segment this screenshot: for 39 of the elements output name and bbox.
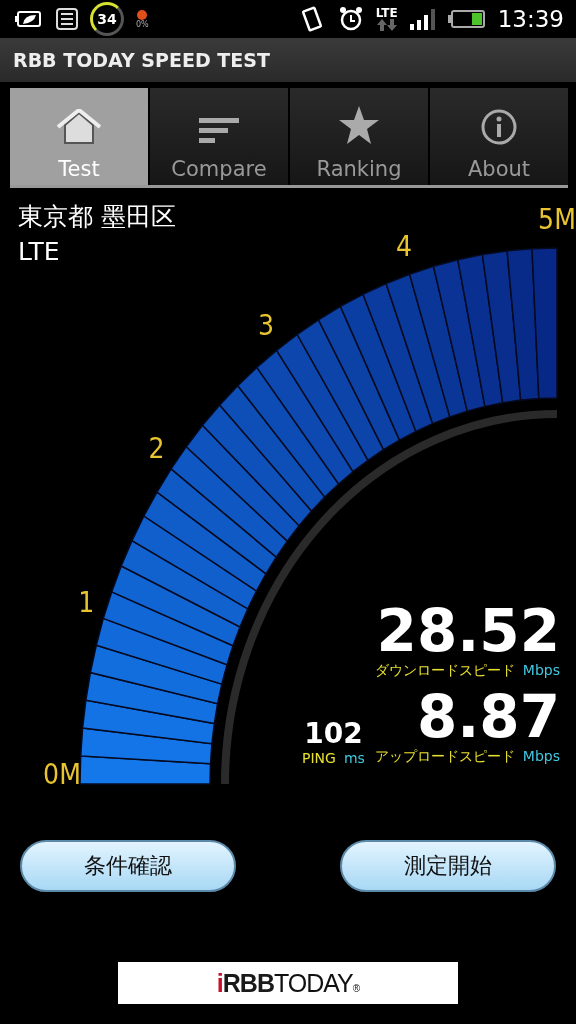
download-speed-label: ダウンロードスピード: [374, 662, 515, 680]
logo-banner[interactable]: iRBBTODAY®: [118, 962, 458, 1004]
logo-text: iRBBTODAY®: [216, 968, 360, 998]
data-arrows-icon: [375, 19, 398, 31]
gauge-tick-label: 4: [396, 230, 413, 264]
signal-icon: [409, 8, 436, 30]
gauge-tick-label: 1: [78, 586, 95, 620]
ping-value: 102: [304, 717, 363, 750]
unit-text: ms: [343, 750, 365, 766]
battery-icon: [447, 9, 486, 29]
connection-type-text: LTE: [18, 237, 61, 266]
gauge-tick-label: 0M: [43, 758, 81, 788]
dot-icon: [137, 9, 148, 20]
clock-text: 13:39: [497, 6, 564, 32]
start-test-button[interactable]: 測定開始: [340, 840, 556, 892]
network-type-text: LTE: [375, 7, 398, 19]
ping-label: PING: [302, 750, 336, 766]
unit-text: Mbps: [522, 662, 560, 680]
info-icon: [481, 109, 517, 145]
check-conditions-button[interactable]: 条件確認: [20, 840, 236, 892]
upload-speed-label: アップロードスピード: [374, 748, 515, 766]
alarm-icon: [337, 6, 364, 32]
gauge-tick-label: 3: [258, 309, 275, 342]
tab[interactable]: About: [430, 88, 568, 185]
sort-lines-icon: [197, 115, 241, 145]
gauge-tick-label: 5M: [538, 203, 576, 236]
list-icon: [56, 8, 78, 30]
tab[interactable]: Compare: [150, 88, 288, 185]
home-icon: [55, 109, 103, 145]
unit-text: Mbps: [522, 748, 560, 766]
upload-speed-value: 8.87: [416, 686, 560, 748]
download-speed-value: 28.52: [376, 600, 560, 662]
tab[interactable]: Ranking: [290, 88, 428, 185]
battery-leaf-icon: [14, 9, 44, 29]
star-icon: [338, 105, 380, 145]
gauge-tick-label: 2: [148, 431, 165, 465]
percent-text: 0%: [136, 19, 149, 29]
app-title: RBB TODAY SPEED TEST: [13, 49, 270, 71]
location-text: 東京都 墨田区: [18, 201, 176, 233]
